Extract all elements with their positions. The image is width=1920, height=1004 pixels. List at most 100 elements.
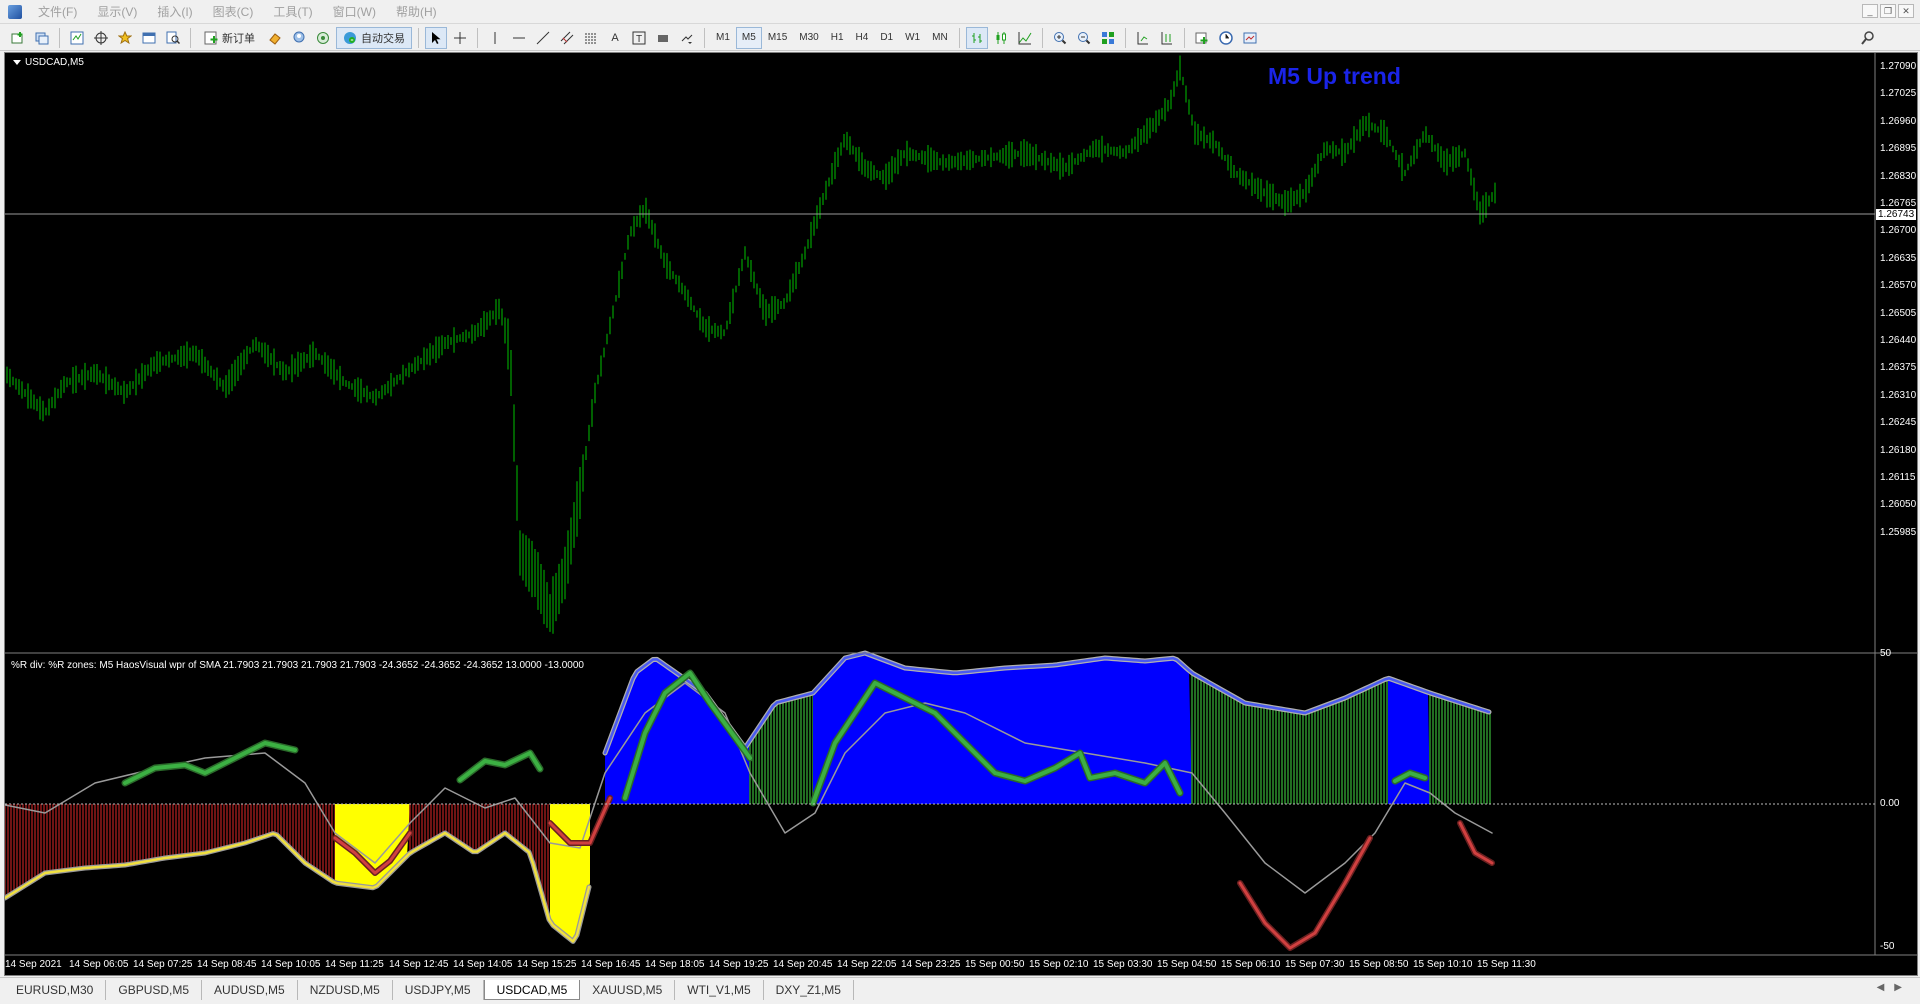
toolbar-separator	[1041, 27, 1043, 48]
restore-icon[interactable]: ❐	[1880, 4, 1896, 18]
new-order-button[interactable]: 新订单	[197, 27, 262, 49]
vertical-line-tool[interactable]	[484, 27, 506, 49]
menu-insert[interactable]: 插入(I)	[147, 0, 202, 24]
indicators-button[interactable]	[1191, 27, 1213, 49]
signals-button[interactable]	[288, 27, 310, 49]
price-chart-canvas[interactable]	[5, 53, 1917, 975]
indicator-label: %R div: %R zones: M5 HaosVisual wpr of S…	[11, 660, 584, 671]
new-chart-icon	[11, 31, 23, 43]
chart-shift-button[interactable]	[1132, 27, 1154, 49]
price-tick-label: 1.26180	[1880, 444, 1917, 456]
text-label-icon: T	[632, 31, 646, 45]
menu-help[interactable]: 帮助(H)	[386, 0, 447, 24]
tab-eurusd-m30[interactable]: EURUSD,M30	[4, 980, 107, 1000]
menu-window[interactable]: 窗口(W)	[323, 0, 386, 24]
green-line-shadow	[456, 749, 544, 784]
new-chart-button[interactable]	[7, 27, 29, 49]
tab-nzdusd-m5[interactable]: NZDUSD,M5	[298, 980, 393, 1000]
market-watch-icon	[70, 31, 84, 44]
time-tick-label: 14 Sep 15:25	[517, 959, 577, 970]
separators	[5, 53, 1917, 956]
auto-trading-button[interactable]: 自动交易	[336, 26, 412, 49]
tab-wti-v1-m5[interactable]: WTI_V1,M5	[675, 980, 764, 1000]
line-chart-icon	[1018, 31, 1032, 44]
red-line-shadow	[1457, 820, 1495, 866]
tab-usdjpy-m5[interactable]: USDJPY,M5	[393, 980, 484, 1000]
toolbar-separator	[190, 27, 191, 48]
market-button[interactable]	[264, 27, 286, 49]
crosshair-tool[interactable]	[449, 27, 471, 49]
candlestick-button[interactable]	[990, 27, 1012, 49]
tab-dxy-z1-m5[interactable]: DXY_Z1,M5	[764, 980, 854, 1000]
terminal-button[interactable]	[138, 27, 160, 49]
price-tick-label: 1.26700	[1880, 225, 1917, 237]
text-label-tool[interactable]: T	[628, 27, 650, 49]
text-tool[interactable]: A	[604, 27, 626, 49]
navigator-button[interactable]	[114, 27, 136, 49]
timeframe-mn[interactable]: MN	[926, 27, 954, 49]
arrows-tool[interactable]	[676, 27, 698, 49]
chart-window[interactable]: USDCAD,M5 M5 Up trend %R div: %R zones: …	[4, 52, 1918, 976]
timeframe-m5[interactable]: M5	[735, 26, 762, 49]
tab-usdcad-m5[interactable]: USDCAD,M5	[483, 980, 581, 1000]
tile-windows-button[interactable]	[1097, 27, 1119, 49]
menu-charts[interactable]: 图表(C)	[203, 0, 264, 24]
zoom-in-button[interactable]	[1049, 27, 1071, 49]
rectangle-tool[interactable]	[652, 27, 674, 49]
timeframe-w1[interactable]: W1	[899, 27, 926, 49]
periods-button[interactable]	[1215, 27, 1237, 49]
auto-scroll-button[interactable]	[1156, 27, 1178, 49]
tab-gbpusd-m5[interactable]: GBPUSD,M5	[106, 980, 203, 1000]
strategy-tester-button[interactable]	[162, 27, 184, 49]
chart-symbol-text: USDCAD,M5	[25, 57, 84, 68]
menu-file[interactable]: 文件(F)	[28, 0, 87, 24]
trend-line-tool[interactable]	[532, 27, 554, 49]
collapse-triangle-icon[interactable]	[13, 59, 21, 65]
timeframe-m30[interactable]: M30	[793, 27, 824, 49]
channel-tool[interactable]	[556, 27, 578, 49]
tab-xauusd-m5[interactable]: XAUUSD,M5	[580, 980, 676, 1000]
time-tick-label: 14 Sep 23:25	[901, 959, 961, 970]
search-icon[interactable]	[1860, 30, 1876, 46]
clock-icon	[1218, 30, 1233, 45]
tile-windows-icon	[1101, 31, 1114, 44]
templates-button[interactable]	[1239, 27, 1261, 49]
bar-chart-button[interactable]	[965, 26, 988, 49]
time-tick-label: 15 Sep 07:30	[1285, 959, 1345, 970]
coins-icon	[269, 32, 281, 45]
green-line-shadow	[121, 739, 299, 787]
zoom-out-button[interactable]	[1073, 27, 1095, 49]
price-tick-label: 1.26960	[1880, 115, 1917, 127]
timeframe-m15[interactable]: M15	[762, 27, 793, 49]
menu-tools[interactable]: 工具(T)	[263, 0, 322, 24]
profiles-button[interactable]	[31, 27, 53, 49]
time-tick-label: 15 Sep 10:10	[1413, 959, 1473, 970]
time-tick-label: 14 Sep 2021	[5, 959, 62, 970]
fibonacci-tool[interactable]	[580, 27, 602, 49]
toolbar-separator	[1124, 27, 1126, 48]
app-icon	[8, 4, 22, 19]
cursor-arrow-icon	[432, 31, 441, 44]
time-tick-label: 15 Sep 04:50	[1157, 959, 1217, 970]
horizontal-line-tool[interactable]	[508, 27, 530, 49]
vertical-line-icon	[494, 31, 496, 44]
tab-scroll-arrows-icon[interactable]: ◀▶	[1877, 982, 1912, 993]
price-tick-label: 1.26050	[1880, 499, 1917, 511]
timeframe-h4[interactable]: H4	[850, 27, 875, 49]
minimize-icon[interactable]: _	[1862, 4, 1878, 18]
data-window-button[interactable]	[90, 27, 112, 49]
tab-audusd-m5[interactable]: AUDUSD,M5	[202, 980, 298, 1000]
close-icon[interactable]: ✕	[1898, 4, 1914, 18]
broadcast-button[interactable]	[312, 27, 334, 49]
zoom-out-icon	[1077, 31, 1090, 44]
market-watch-button[interactable]	[66, 27, 88, 49]
line-chart-button[interactable]	[1014, 27, 1036, 49]
menu-view[interactable]: 显示(V)	[87, 0, 147, 24]
menu-bar: 文件(F) 显示(V) 插入(I) 图表(C) 工具(T) 窗口(W) 帮助(H…	[0, 0, 1920, 24]
cursor-tool[interactable]	[425, 26, 447, 49]
indicator-tick-label: 0.00	[1880, 798, 1900, 809]
timeframe-m1[interactable]: M1	[710, 27, 736, 49]
price-tick-label: 1.26310	[1880, 389, 1917, 401]
timeframe-h1[interactable]: H1	[825, 27, 850, 49]
timeframe-d1[interactable]: D1	[874, 27, 899, 49]
